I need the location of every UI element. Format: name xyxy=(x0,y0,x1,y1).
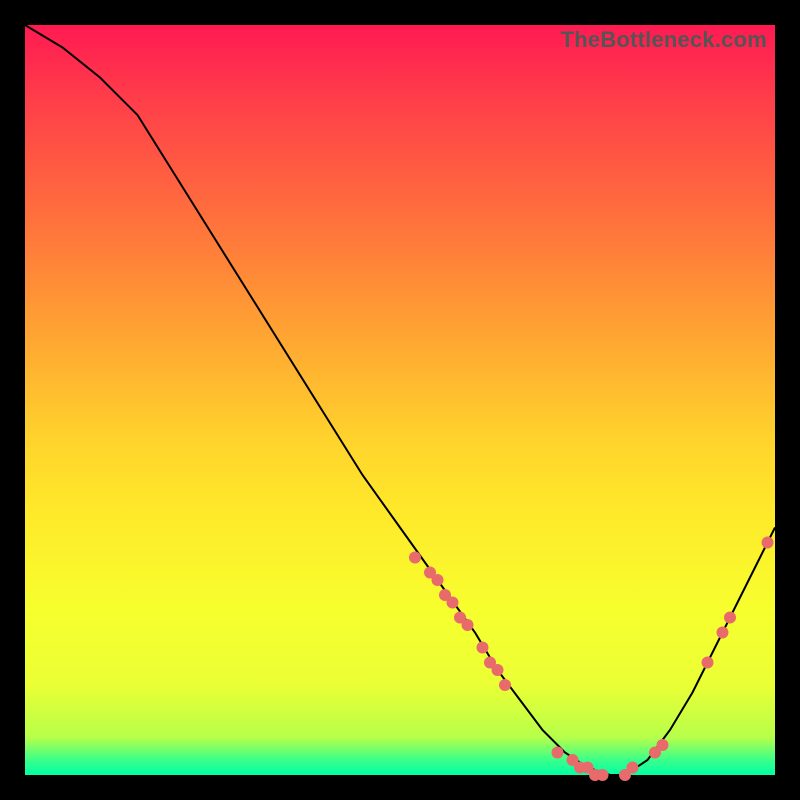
marker-dot xyxy=(552,747,564,759)
marker-dot xyxy=(499,679,511,691)
marker-dot xyxy=(702,657,714,669)
marker-group xyxy=(409,537,774,782)
marker-dot xyxy=(432,574,444,586)
marker-dot xyxy=(477,642,489,654)
marker-dot xyxy=(762,537,774,549)
marker-dot xyxy=(717,627,729,639)
chart-frame: TheBottleneck.com xyxy=(0,0,800,800)
marker-dot xyxy=(492,664,504,676)
plot-area: TheBottleneck.com xyxy=(25,25,775,775)
chart-svg xyxy=(25,25,775,775)
marker-dot xyxy=(447,597,459,609)
marker-dot xyxy=(462,619,474,631)
marker-dot xyxy=(597,769,609,781)
marker-dot xyxy=(409,552,421,564)
performance-curve xyxy=(25,25,775,775)
marker-dot xyxy=(657,739,669,751)
marker-dot xyxy=(627,762,639,774)
marker-dot xyxy=(724,612,736,624)
